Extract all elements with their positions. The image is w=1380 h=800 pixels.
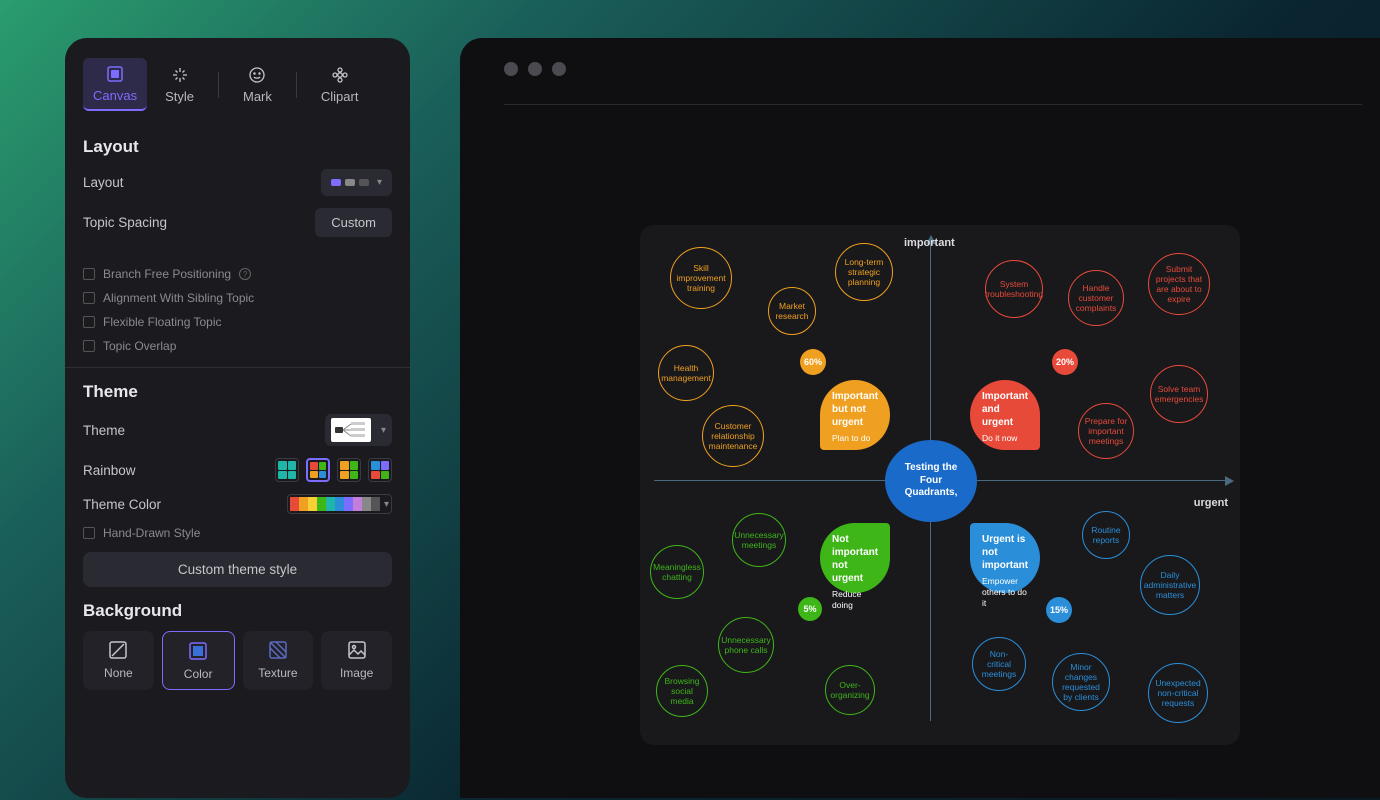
theme-label: Theme — [83, 423, 125, 438]
bg-opt-none[interactable]: None — [83, 631, 154, 690]
bubble[interactable]: Prepare for important meetings — [1078, 403, 1134, 459]
bg-opt-image[interactable]: Image — [321, 631, 392, 690]
background-heading: Background — [83, 601, 392, 621]
quad-not-important-not-urgent[interactable]: Not important not urgentReduce doing — [820, 523, 890, 593]
axis-label-right: urgent — [1194, 497, 1228, 509]
pct-tl[interactable]: 60% — [800, 349, 826, 375]
custom-theme-button[interactable]: Custom theme style — [83, 552, 392, 587]
image-icon — [346, 639, 368, 661]
rainbow-label: Rainbow — [83, 463, 136, 478]
tab-style[interactable]: Style — [155, 59, 204, 110]
window-dot[interactable] — [552, 62, 566, 76]
pct-br[interactable]: 15% — [1046, 597, 1072, 623]
rainbow-opt-3[interactable] — [337, 458, 361, 482]
tab-style-label: Style — [165, 89, 194, 104]
layout-label: Layout — [83, 175, 124, 190]
quadrant-diagram[interactable]: important urgent Testing the Four Quadra… — [640, 225, 1240, 745]
help-icon[interactable]: ? — [239, 268, 251, 280]
layout-dropdown[interactable]: ▾ — [321, 169, 392, 196]
theme-color-dropdown[interactable]: ▾ — [287, 494, 392, 514]
texture-icon — [267, 639, 289, 661]
axis-label-top: important — [904, 237, 955, 249]
tab-bar: Canvas Style Mark Clipart — [83, 54, 392, 123]
bubble[interactable]: Minor changes requested by clients — [1052, 653, 1110, 711]
bubble[interactable]: Skill improvement training — [670, 247, 732, 309]
bubble[interactable]: Unnecessary phone calls — [718, 617, 774, 673]
rainbow-opt-4[interactable] — [368, 458, 392, 482]
tab-clipart-label: Clipart — [321, 89, 359, 104]
arrow-right-icon — [1225, 476, 1234, 486]
theme-thumbnail — [331, 418, 371, 442]
topic-spacing-button[interactable]: Custom — [315, 208, 392, 237]
divider — [296, 72, 297, 98]
bubble[interactable]: Daily administrative matters — [1140, 555, 1200, 615]
window-dot[interactable] — [528, 62, 542, 76]
layout-swatch — [345, 179, 355, 186]
bubble[interactable]: Meaningless chatting — [650, 545, 704, 599]
check-branch-free[interactable]: Branch Free Positioning? — [83, 267, 392, 281]
pct-bl[interactable]: 5% — [798, 597, 822, 621]
bubble[interactable]: Unnecessary meetings — [732, 513, 786, 567]
rainbow-options — [275, 458, 392, 482]
bubble[interactable]: Routine reports — [1082, 511, 1130, 559]
quad-urgent-not-important[interactable]: Urgent is not importantEmpower others to… — [970, 523, 1040, 593]
sparkle-icon — [170, 65, 190, 85]
bubble[interactable]: Solve team emergencies — [1150, 365, 1208, 423]
bg-opt-texture[interactable]: Texture — [243, 631, 314, 690]
bubble[interactable]: Handle customer complaints — [1068, 270, 1124, 326]
tab-canvas-label: Canvas — [93, 88, 137, 103]
layout-swatch — [331, 179, 341, 186]
bubble[interactable]: Unexpected non-critical requests — [1148, 663, 1208, 723]
theme-color-label: Theme Color — [83, 497, 161, 512]
check-hand-drawn[interactable]: Hand-Drawn Style — [83, 526, 392, 540]
bubble[interactable]: Long-term strategic planning — [835, 243, 893, 301]
layout-swatch — [359, 179, 369, 186]
check-overlap[interactable]: Topic Overlap — [83, 339, 392, 353]
window-dot[interactable] — [504, 62, 518, 76]
none-icon — [107, 639, 129, 661]
topic-spacing-label: Topic Spacing — [83, 215, 167, 230]
bubble[interactable]: Browsing social media — [656, 665, 708, 717]
bubble[interactable]: Health management — [658, 345, 714, 401]
chevron-down-icon: ▾ — [381, 425, 386, 436]
quad-important-not-urgent[interactable]: Important but not urgentPlan to do — [820, 380, 890, 450]
bubble[interactable]: System troubleshooting — [985, 260, 1043, 318]
divider — [504, 104, 1362, 105]
check-flexible[interactable]: Flexible Floating Topic — [83, 315, 392, 329]
window-controls — [460, 38, 1380, 100]
theme-heading: Theme — [83, 382, 392, 402]
properties-sidebar: Canvas Style Mark Clipart Layout Layout … — [65, 38, 410, 798]
rainbow-opt-2[interactable] — [306, 458, 330, 482]
bubble[interactable]: Non-critical meetings — [972, 637, 1026, 691]
tab-canvas[interactable]: Canvas — [83, 58, 147, 111]
divider — [218, 72, 219, 98]
chevron-down-icon: ▾ — [377, 177, 382, 188]
pct-tr[interactable]: 20% — [1052, 349, 1078, 375]
tab-clipart[interactable]: Clipart — [311, 59, 369, 110]
chevron-down-icon: ▾ — [384, 499, 389, 510]
bg-opt-color[interactable]: Color — [162, 631, 235, 690]
bubble[interactable]: Submit projects that are about to expire — [1148, 253, 1210, 315]
check-alignment[interactable]: Alignment With Sibling Topic — [83, 291, 392, 305]
layout-heading: Layout — [83, 137, 392, 157]
color-icon — [187, 640, 209, 662]
tab-mark[interactable]: Mark — [233, 59, 282, 110]
flower-icon — [330, 65, 350, 85]
tab-mark-label: Mark — [243, 89, 272, 104]
bubble[interactable]: Customer relationship maintenance — [702, 405, 764, 467]
bubble[interactable]: Market research — [768, 287, 816, 335]
theme-dropdown[interactable]: ▾ — [325, 414, 392, 446]
bubble[interactable]: Over-organizing — [825, 665, 875, 715]
quad-important-urgent[interactable]: Important and urgentDo it now — [970, 380, 1040, 450]
rainbow-opt-1[interactable] — [275, 458, 299, 482]
canvas-icon — [105, 64, 125, 84]
smiley-icon — [247, 65, 267, 85]
center-node[interactable]: Testing the Four Quadrants, — [885, 440, 977, 522]
